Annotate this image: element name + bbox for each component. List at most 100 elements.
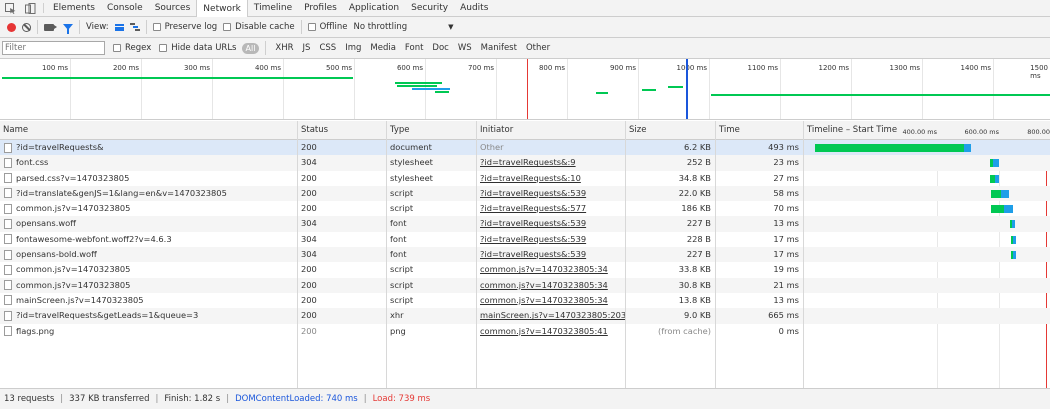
tab-security[interactable]: Security xyxy=(405,0,454,16)
column-divider[interactable] xyxy=(386,121,387,388)
tab-timeline[interactable]: Timeline xyxy=(248,0,298,16)
overview-icon[interactable] xyxy=(129,23,140,31)
filter-type-manifest[interactable]: Manifest xyxy=(481,43,517,53)
cell-type: font xyxy=(390,218,407,229)
hide-data-urls-checkbox[interactable]: Hide data URLs xyxy=(159,43,237,53)
overview-request-bar xyxy=(2,77,353,79)
checkbox-box[interactable] xyxy=(152,23,161,31)
waterfall-bar[interactable] xyxy=(995,174,999,183)
waterfall-bar[interactable] xyxy=(1001,189,1009,198)
device-mode-icon[interactable] xyxy=(20,0,40,16)
capture-screenshots-icon[interactable] xyxy=(44,23,57,31)
filter-icon[interactable] xyxy=(63,24,73,34)
offline-checkbox[interactable]: Offline xyxy=(307,22,347,32)
inspect-element-icon[interactable] xyxy=(0,0,20,16)
timeline-tick: 600.00 ms xyxy=(964,128,999,136)
tab-audits[interactable]: Audits xyxy=(454,0,494,16)
table-row[interactable]: parsed.css?v=1470323805 200 stylesheet ?id=… xyxy=(0,171,1050,186)
table-row[interactable]: font.css 304 stylesheet ?id=travelRequests&… xyxy=(0,155,1050,171)
column-header-size[interactable]: Size xyxy=(626,121,646,140)
waterfall-bar[interactable] xyxy=(815,144,964,152)
waterfall-bar[interactable] xyxy=(993,159,999,168)
table-row[interactable]: common.js?v=1470323805 200 script ?id=trave… xyxy=(0,201,1050,216)
large-rows-icon[interactable] xyxy=(114,23,124,31)
cell-type: script xyxy=(390,279,414,290)
table-body: ?id=travelRequests& 200 document Other 6.2 K… xyxy=(0,140,1050,339)
table-row[interactable]: flags.png 200 png common.js?v=1470323805:41… xyxy=(0,324,1050,339)
record-button[interactable] xyxy=(7,22,16,32)
cell-initiator[interactable]: ?id=travelRequests&:539 xyxy=(477,232,625,247)
throttling-select[interactable]: No throttling ▼ xyxy=(353,22,453,32)
table-row[interactable]: ?id=travelRequests&getLeads=1&queue=3 200… xyxy=(0,308,1050,324)
column-header-initiator[interactable]: Initiator xyxy=(477,121,513,140)
regex-label: Regex xyxy=(125,43,152,53)
filter-input[interactable] xyxy=(2,41,105,55)
waterfall-bar[interactable] xyxy=(991,205,1004,214)
cell-initiator[interactable]: ?id=travelRequests&:577 xyxy=(477,201,625,216)
waterfall-bar[interactable] xyxy=(1004,205,1013,214)
filter-type-xhr[interactable]: XHR xyxy=(275,43,293,53)
cell-initiator[interactable]: mainScreen.js?v=1470323805:2037 xyxy=(477,308,625,323)
checkbox-box[interactable] xyxy=(159,44,168,52)
cell-initiator[interactable]: common.js?v=1470323805:41 xyxy=(477,324,625,339)
column-divider[interactable] xyxy=(803,121,804,388)
table-row[interactable]: common.js?v=1470323805 200 script common.js… xyxy=(0,277,1050,293)
checkbox-box[interactable] xyxy=(307,23,316,31)
table-row[interactable]: ?id=travelRequests& 200 document Other 6.2 K… xyxy=(0,140,1050,156)
table-row[interactable]: fontawesome-webfont.woff2?v=4.6.3 304 font… xyxy=(0,232,1050,247)
cell-type: font xyxy=(390,233,407,244)
column-divider[interactable] xyxy=(297,121,298,388)
waterfall-bar[interactable] xyxy=(1013,235,1016,244)
table-row[interactable]: mainScreen.js?v=1470323805 200 script commo… xyxy=(0,293,1050,308)
checkbox-box[interactable] xyxy=(113,44,121,52)
waterfall-bar[interactable] xyxy=(964,144,971,152)
cell-initiator[interactable]: common.js?v=1470323805:34 xyxy=(477,293,625,308)
table-row[interactable]: common.js?v=1470323805 200 script common.js… xyxy=(0,262,1050,277)
tab-console[interactable]: Console xyxy=(101,0,149,16)
column-divider[interactable] xyxy=(625,121,626,388)
filter-type-doc[interactable]: Doc xyxy=(432,43,448,53)
cell-initiator[interactable]: ?id=travelRequests&:10 xyxy=(477,171,625,186)
cell-initiator[interactable]: ?id=travelRequests&:539 xyxy=(477,186,625,201)
filter-type-css[interactable]: CSS xyxy=(319,43,336,53)
cell-name: fontawesome-webfont.woff2?v=4.6.3 xyxy=(16,233,172,244)
filter-type-font[interactable]: Font xyxy=(405,43,424,53)
cell-initiator[interactable]: ?id=travelRequests&:539 xyxy=(477,247,625,262)
column-divider[interactable] xyxy=(715,121,716,388)
tab-profiles[interactable]: Profiles xyxy=(298,0,343,16)
checkbox-box[interactable] xyxy=(223,23,232,31)
column-header-type[interactable]: Type xyxy=(387,121,410,140)
waterfall-bar[interactable] xyxy=(991,189,1001,198)
cell-initiator[interactable]: common.js?v=1470323805:34 xyxy=(477,278,625,293)
filter-type-other[interactable]: Other xyxy=(526,43,550,53)
disable-cache-checkbox[interactable]: Disable cache xyxy=(223,22,295,32)
waterfall-bar[interactable] xyxy=(1013,251,1016,260)
tab-network[interactable]: Network xyxy=(196,0,248,18)
network-overview[interactable]: 100 ms 200 ms 300 ms 400 ms 500 ms 600 ms 700 … xyxy=(0,59,1050,120)
cell-initiator[interactable]: common.js?v=1470323805:34 xyxy=(477,262,625,277)
column-header-status[interactable]: Status xyxy=(298,121,328,140)
cell-initiator[interactable]: ?id=travelRequests&:9 xyxy=(477,155,625,170)
filter-type-js[interactable]: JS xyxy=(303,43,311,53)
filter-type-ws[interactable]: WS xyxy=(458,43,472,53)
column-divider[interactable] xyxy=(476,121,477,388)
filter-type-all[interactable]: All xyxy=(241,42,260,54)
column-header-time[interactable]: Time xyxy=(716,121,740,140)
clear-button[interactable] xyxy=(22,22,31,32)
filter-type-img[interactable]: Img xyxy=(345,43,361,53)
table-row[interactable]: ?id=translate&genJS=1&lang=en&v=14703238… xyxy=(0,185,1050,202)
waterfall-bar[interactable] xyxy=(1012,220,1015,229)
preserve-log-checkbox[interactable]: Preserve log xyxy=(152,22,217,32)
cell-time: 665 ms xyxy=(768,310,799,321)
cell-initiator[interactable]: ?id=travelRequests&:539 xyxy=(477,216,625,231)
regex-checkbox[interactable]: Regex xyxy=(113,43,151,53)
tab-elements[interactable]: Elements xyxy=(47,0,101,16)
tab-application[interactable]: Application xyxy=(343,0,405,16)
table-row[interactable]: opensans.woff 304 font ?id=travelRequests&:… xyxy=(0,216,1050,232)
table-row[interactable]: opensans-bold.woff 304 font ?id=travelReque… xyxy=(0,247,1050,263)
column-header-name[interactable]: Name xyxy=(0,121,28,140)
column-header-timeline[interactable]: Timeline – Start Time xyxy=(804,121,897,140)
tab-sources[interactable]: Sources xyxy=(149,0,197,16)
filter-type-media[interactable]: Media xyxy=(370,43,396,53)
overview-tick: 1100 ms xyxy=(747,64,778,72)
